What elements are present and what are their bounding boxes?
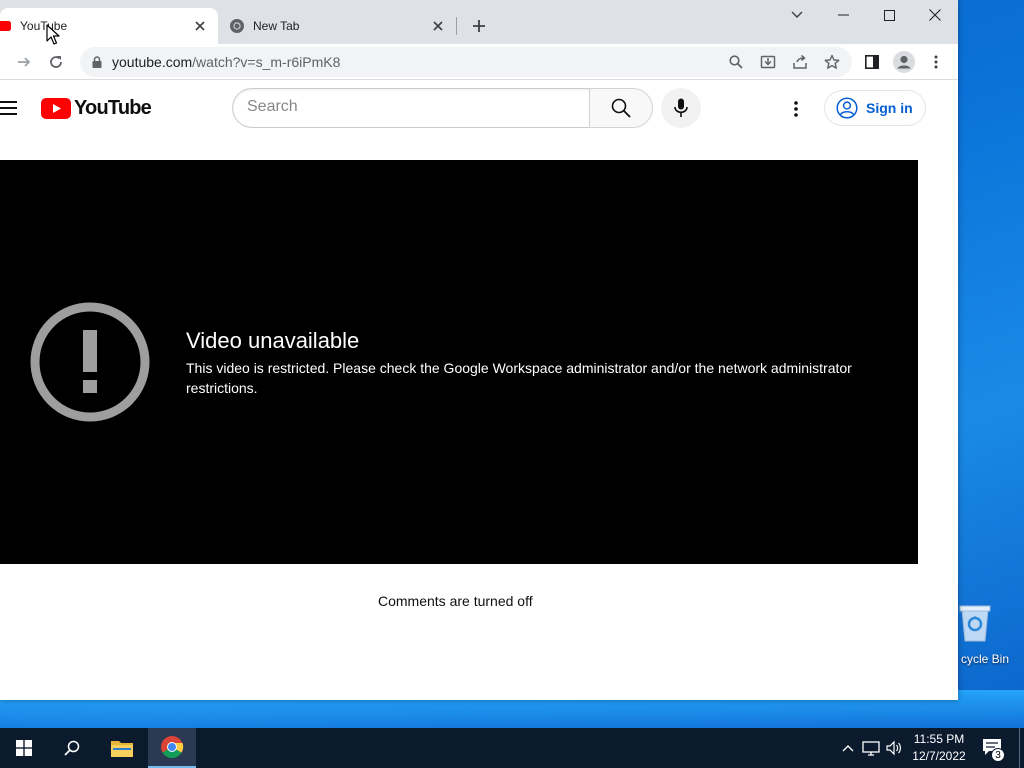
maximize-button[interactable] — [866, 0, 912, 30]
taskbar-clock[interactable]: 11:55 PM 12/7/2022 — [908, 731, 970, 765]
alert-exclamation-icon — [30, 302, 150, 422]
taskbar-search-button[interactable] — [48, 728, 96, 768]
windows-logo-icon — [16, 740, 32, 756]
video-player[interactable]: Video unavailable This video is restrict… — [0, 160, 918, 564]
profile-button[interactable] — [890, 48, 918, 76]
tab-strip: YouTube New Tab — [0, 0, 958, 44]
youtube-favicon-icon — [0, 18, 12, 34]
taskbar: 11:55 PM 12/7/2022 3 — [0, 728, 1024, 768]
reload-icon — [50, 56, 62, 68]
account-circle-icon — [836, 97, 858, 119]
video-unavailable-message: This video is restricted. Please check t… — [186, 360, 852, 396]
sign-in-button[interactable]: Sign in — [824, 90, 926, 126]
speaker-icon — [886, 740, 901, 756]
search-icon — [611, 98, 631, 118]
lock-icon[interactable] — [86, 51, 108, 73]
close-window-button[interactable] — [912, 0, 958, 30]
url-host: youtube.com — [112, 54, 193, 70]
tab-search-button[interactable] — [774, 0, 820, 30]
browser-window: YouTube New Tab youtube.com/watch?v=s_m-… — [0, 0, 958, 700]
chrome-taskbar-button[interactable] — [148, 728, 196, 768]
minimize-button[interactable] — [820, 0, 866, 30]
plus-icon — [473, 20, 485, 32]
clock-time: 11:55 PM — [913, 732, 965, 746]
zoom-search-icon[interactable] — [725, 51, 747, 73]
hamburger-menu-icon[interactable] — [0, 96, 20, 120]
show-hidden-icons-button[interactable] — [838, 738, 858, 758]
notification-count-badge: 3 — [991, 748, 1005, 762]
profile-avatar-icon — [893, 51, 915, 73]
network-tray-icon[interactable] — [861, 738, 881, 758]
url-text: youtube.com/watch?v=s_m-r6iPmK8 — [112, 54, 340, 70]
mouse-cursor-icon — [46, 24, 60, 45]
close-tab-icon[interactable] — [192, 18, 208, 34]
side-panel-icon — [865, 55, 879, 69]
volume-tray-icon[interactable] — [884, 738, 904, 758]
folder-icon — [111, 741, 133, 757]
network-icon — [862, 741, 880, 756]
browser-toolbar: youtube.com/watch?v=s_m-r6iPmK8 — [0, 44, 958, 80]
close-tab-icon[interactable] — [430, 18, 446, 34]
install-app-icon[interactable] — [757, 51, 779, 73]
search-button[interactable] — [589, 88, 653, 128]
youtube-header: YouTube Sign in — [0, 80, 958, 136]
show-desktop-button[interactable] — [1019, 728, 1020, 768]
reload-button[interactable] — [42, 48, 70, 76]
close-icon — [929, 9, 941, 21]
start-button[interactable] — [0, 728, 48, 768]
voice-search-button[interactable] — [661, 88, 701, 128]
tab-separator — [456, 17, 457, 35]
chevron-down-icon — [791, 11, 803, 18]
search-box — [232, 88, 590, 128]
action-center-button[interactable]: 3 — [980, 736, 1006, 762]
chrome-favicon-icon — [229, 18, 245, 34]
minimize-icon — [837, 14, 849, 16]
comments-status: Comments are turned off — [378, 593, 533, 609]
share-icon[interactable] — [789, 51, 811, 73]
youtube-logo[interactable]: YouTube — [41, 96, 152, 119]
side-panel-button[interactable] — [858, 48, 886, 76]
tab-new-tab[interactable]: New Tab — [220, 8, 456, 44]
file-explorer-button[interactable] — [98, 728, 146, 768]
browser-menu-button[interactable] — [922, 48, 950, 76]
video-unavailable-title: Video unavailable — [186, 328, 360, 353]
clock-date: 12/7/2022 — [912, 749, 966, 763]
address-bar[interactable]: youtube.com/watch?v=s_m-r6iPmK8 — [80, 47, 852, 77]
microphone-icon — [674, 98, 688, 117]
tab-youtube[interactable]: YouTube — [0, 8, 218, 44]
youtube-play-logo-icon — [41, 97, 71, 119]
new-tab-button[interactable] — [468, 15, 490, 37]
sign-in-label: Sign in — [866, 100, 913, 116]
settings-more-button[interactable] — [783, 96, 809, 122]
arrow-right-icon — [18, 57, 31, 67]
youtube-logo-text: YouTube — [74, 96, 152, 119]
tab-title: New Tab — [253, 19, 300, 33]
url-path: /watch?v=s_m-r6iPmK8 — [192, 54, 341, 70]
chevron-up-icon — [842, 745, 854, 752]
forward-button[interactable] — [10, 48, 38, 76]
chrome-logo-icon — [161, 736, 184, 758]
recycle-bin-icon — [959, 605, 991, 642]
maximize-icon — [883, 9, 895, 21]
search-icon — [64, 740, 80, 756]
kebab-menu-icon — [934, 55, 938, 69]
kebab-menu-icon — [794, 101, 798, 117]
bookmark-star-icon[interactable] — [821, 51, 843, 73]
search-input[interactable] — [247, 98, 577, 116]
